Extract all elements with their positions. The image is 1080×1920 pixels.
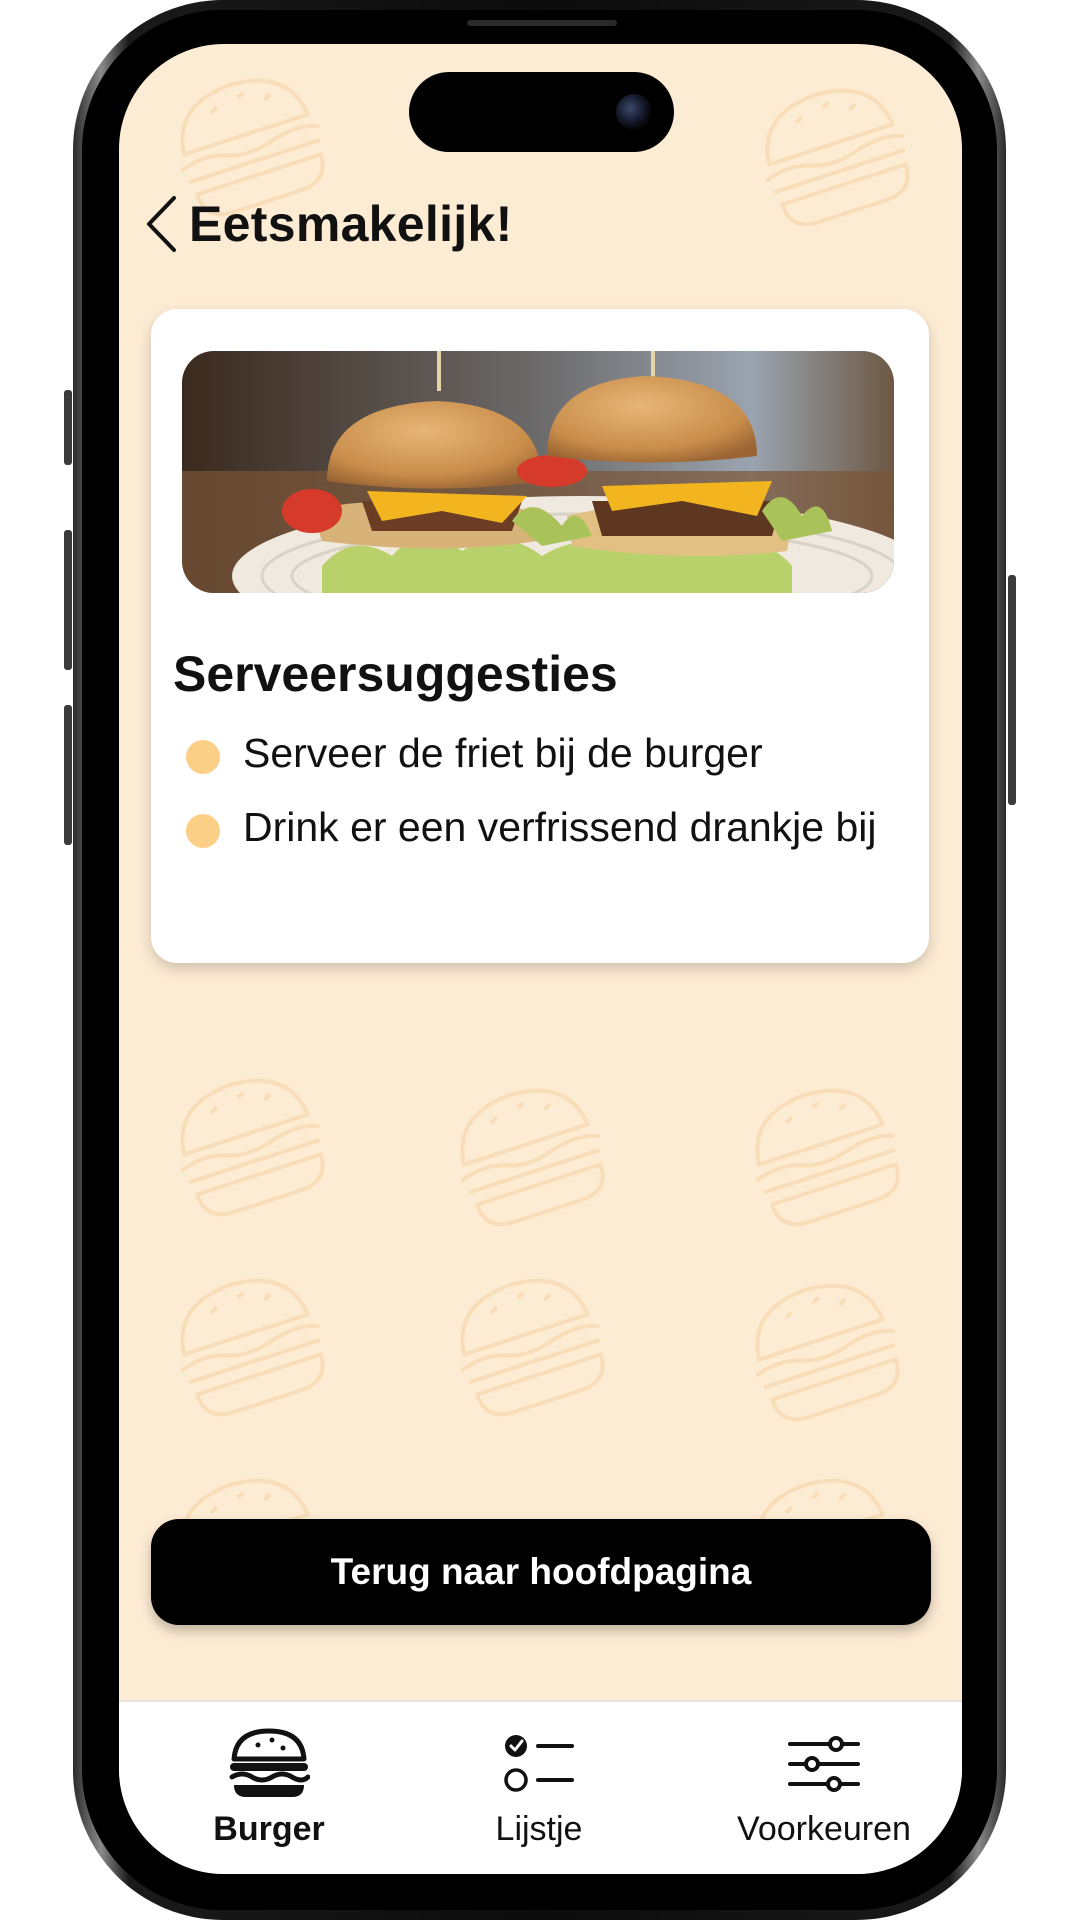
pattern-burger-icon [160, 1261, 338, 1426]
pattern-burger-icon [160, 1061, 338, 1226]
tab-lijstje[interactable]: Lijstje [454, 1702, 624, 1874]
power-button [1008, 575, 1016, 805]
bullet-dot [186, 814, 220, 848]
tab-voorkeuren[interactable]: Voorkeuren [729, 1702, 919, 1874]
list-item: Serveer de friet bij de burger [183, 727, 903, 779]
pattern-burger-icon [440, 1261, 618, 1426]
bullet-dot [186, 740, 220, 774]
checklist-icon [504, 1735, 574, 1792]
card-title: Serveersuggesties [173, 646, 618, 702]
serving-suggestions-card: Serveersuggesties Serveer de friet bij d… [151, 309, 929, 963]
tab-label: Voorkeuren [737, 1810, 911, 1848]
app-screen: Eetsmakelijk! Serveersuggesties Serveer … [119, 44, 962, 1874]
pattern-burger-icon [745, 71, 923, 236]
tab-label: Burger [213, 1810, 325, 1848]
burger-icon [229, 1728, 310, 1797]
burger-photo [182, 351, 894, 593]
tab-bar: Burger Lijstje Voorkeuren [119, 1700, 962, 1874]
back-to-home-button[interactable]: Terug naar hoofdpagina [151, 1519, 931, 1625]
list-item: Drink er een verfrissend drankje bij [183, 801, 903, 853]
sliders-icon [788, 1736, 860, 1792]
app-header: Eetsmakelijk! [137, 184, 513, 264]
volume-down-button [64, 705, 72, 845]
chevron-left-icon [147, 196, 176, 252]
suggestion-list: Serveer de friet bij de burger Drink er … [183, 727, 903, 875]
page-title: Eetsmakelijk! [189, 196, 513, 252]
pattern-burger-icon [735, 1266, 913, 1431]
silent-switch [64, 390, 72, 465]
suggestion-text: Drink er een verfrissend drankje bij [243, 804, 877, 850]
pattern-burger-icon [440, 1071, 618, 1236]
dynamic-island [409, 72, 674, 152]
tab-label: Lijstje [495, 1810, 583, 1848]
suggestion-text: Serveer de friet bij de burger [243, 730, 763, 776]
volume-up-button [64, 530, 72, 670]
pattern-burger-icon [735, 1071, 913, 1236]
back-button[interactable] [137, 189, 185, 259]
tab-burger[interactable]: Burger [174, 1702, 364, 1874]
front-camera [616, 94, 652, 130]
earpiece-speaker [467, 20, 617, 26]
